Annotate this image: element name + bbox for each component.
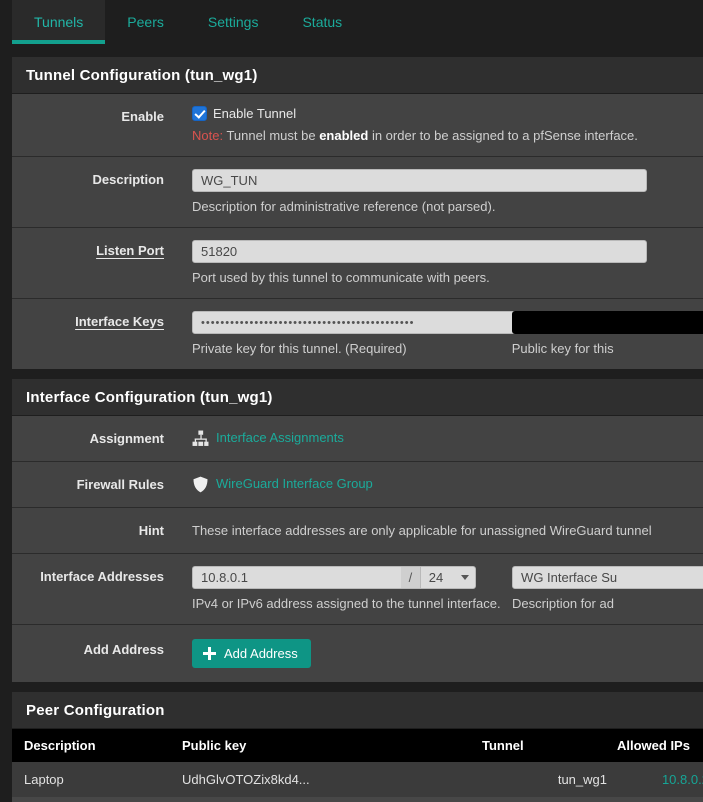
tab-settings[interactable]: Settings [186,0,281,44]
listen-port-help: Port used by this tunnel to communicate … [192,270,490,285]
peer-configuration-heading: Peer Configuration [12,692,703,729]
public-key-input[interactable] [511,311,703,334]
private-key-input[interactable] [192,311,548,334]
description-help: Description for administrative reference… [192,199,496,214]
address-description-input[interactable] [512,566,703,589]
shield-icon [192,476,209,493]
column-header-public-key[interactable]: Public key [182,729,482,762]
add-address-button[interactable]: Add Address [192,639,311,668]
assignment-label: Assignment [89,431,164,446]
tab-status-label: Status [302,14,343,30]
tab-tunnels[interactable]: Tunnels [12,0,106,44]
listen-port-row: Listen Port Port used by this tunnel to … [12,228,703,299]
interface-keys-row: Interface Keys Private key for this tunn… [12,299,703,369]
table-row[interactable]: Phone tVGYI+T2facoB0Ma... tun_wg1 10.8.0… [12,797,703,802]
wireguard-interface-group-link[interactable]: WireGuard Interface Group [216,474,373,494]
column-header-tunnel[interactable]: Tunnel [482,729,617,762]
interface-assignments-link[interactable]: Interface Assignments [216,428,344,448]
address-description-group: Description for ad [512,566,703,613]
sitemap-icon [192,430,209,447]
interface-addresses-label: Interface Addresses [40,569,164,584]
enable-note-prefix: Note: [192,128,224,143]
peer-configuration-panel: Peer Configuration Description Public ke… [12,692,703,802]
tab-tunnels-label: Tunnels [34,14,84,30]
tab-status[interactable]: Status [280,0,364,44]
tunnel-configuration-panel: Tunnel Configuration (tun_wg1) Enable En… [12,57,703,369]
tab-peers-label: Peers [127,14,164,30]
interface-address-help: IPv4 or IPv6 address assigned to the tun… [192,596,501,611]
interface-address-input[interactable] [192,566,402,589]
peer-public-key: tVGYI+T2facoB0Ma... [182,797,482,802]
enable-note-text-2: in order to be assigned to a pfSense int… [368,128,638,143]
peer-public-key: UdhGlvOTOZix8kd4... [182,762,482,797]
public-key-help: Public key for this [511,341,614,356]
enable-row: Enable Enable Tunnel Note: Tunnel must b… [12,94,703,157]
tab-settings-label: Settings [207,14,259,30]
peer-allowed-ips[interactable]: 10.8.0.2/32 [617,762,703,797]
interface-configuration-heading: Interface Configuration (tun_wg1) [12,379,703,416]
add-address-label: Add Address [83,642,164,657]
hint-text: These interface addresses are only appli… [192,523,652,538]
assignment-row: Assignment Interface Assignments [12,416,703,462]
peer-tunnel: tun_wg1 [482,797,617,802]
enable-tunnel-checkbox-label: Enable Tunnel [213,106,297,121]
add-address-row: Add Address Add Address [12,625,703,682]
interface-addresses-row: Interface Addresses / 24 IPv4 or IPv6 ad… [12,554,703,625]
firewall-rules-row: Firewall Rules WireGuard Interface Group [12,462,703,508]
description-input[interactable] [192,169,647,192]
enable-note: Note: Tunnel must be enabled in order to… [192,127,703,145]
cidr-separator: / [401,566,420,589]
peer-table-header-row: Description Public key Tunnel Allowed IP… [12,729,703,762]
peer-description: Laptop [12,762,182,797]
description-label: Description [92,172,164,187]
address-group: / 24 IPv4 or IPv6 address assigned to th… [192,566,501,613]
public-key-group: Public key for this [511,311,703,358]
listen-port-input[interactable] [192,240,647,263]
column-header-allowed-ips[interactable]: Allowed IPs [617,729,703,762]
listen-port-label[interactable]: Listen Port [12,240,192,262]
interface-configuration-panel: Interface Configuration (tun_wg1) Assign… [12,379,703,682]
cidr-select-value: 24 [428,570,444,585]
enable-note-bold: enabled [319,128,369,143]
description-row: Description Description for administrati… [12,157,703,228]
tab-bar: Tunnels Peers Settings Status [0,0,703,57]
tab-peers[interactable]: Peers [105,0,186,44]
plus-icon [203,647,216,660]
chevron-down-icon [461,575,470,580]
tunnel-configuration-heading: Tunnel Configuration (tun_wg1) [12,57,703,94]
enable-tunnel-checkbox[interactable] [192,106,207,121]
peer-table: Description Public key Tunnel Allowed IP… [12,729,703,802]
column-header-description[interactable]: Description [12,729,182,762]
interface-keys-label[interactable]: Interface Keys [12,311,192,333]
table-row[interactable]: Laptop UdhGlvOTOZix8kd4... tun_wg1 10.8.… [12,762,703,797]
firewall-rules-label: Firewall Rules [76,477,164,492]
private-key-help: Private key for this tunnel. (Required) [192,341,407,356]
peer-allowed-ips[interactable]: 10.8.0.3/32 [617,797,703,802]
hint-row: Hint These interface addresses are only … [12,508,703,554]
enable-note-text-1: Tunnel must be [223,128,320,143]
address-description-help: Description for ad [512,596,614,611]
cidr-select[interactable]: 24 [419,566,477,589]
private-key-group: Private key for this tunnel. (Required) [192,311,548,358]
peer-tunnel: tun_wg1 [482,762,617,797]
peer-description: Phone [12,797,182,802]
add-address-button-label: Add Address [224,646,298,661]
enable-label: Enable [121,109,164,124]
hint-label: Hint [138,523,164,538]
